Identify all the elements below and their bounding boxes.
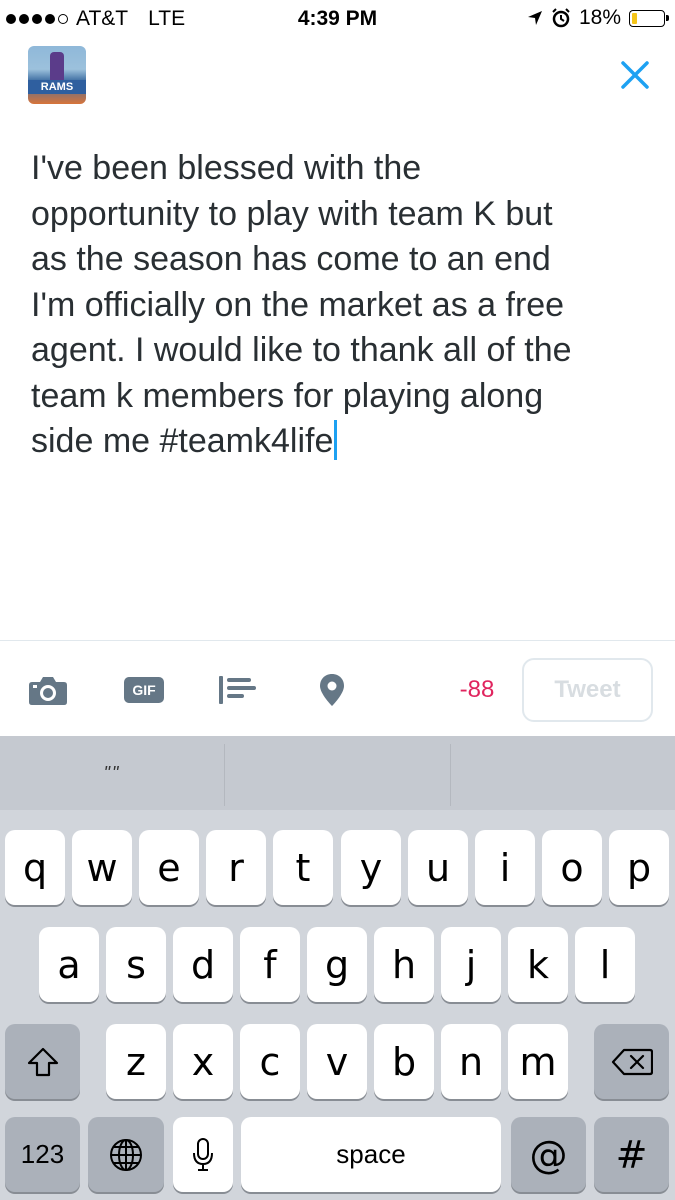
tweet-button[interactable]: Tweet: [522, 658, 653, 722]
key-t[interactable]: t: [273, 830, 333, 905]
space-key[interactable]: space: [241, 1117, 501, 1192]
hash-key[interactable]: #: [594, 1117, 669, 1192]
text-cursor: [334, 420, 338, 460]
key-e[interactable]: e: [139, 830, 199, 905]
camera-icon: [29, 677, 67, 705]
key-v[interactable]: v: [307, 1024, 367, 1099]
battery-percent: 18%: [578, 6, 621, 29]
toolbar-divider: [0, 640, 675, 641]
predictive-bar: "": [0, 736, 675, 810]
key-z[interactable]: z: [106, 1024, 166, 1099]
character-counter: -88: [459, 676, 495, 703]
dictation-key[interactable]: [173, 1117, 233, 1192]
battery-icon: [629, 9, 669, 27]
prediction-suggestion-1[interactable]: "": [0, 736, 224, 810]
key-b[interactable]: b: [374, 1024, 434, 1099]
prediction-suggestion-2[interactable]: [225, 736, 450, 810]
key-n[interactable]: n: [441, 1024, 501, 1099]
tweet-button-label: Tweet: [554, 676, 621, 703]
key-q[interactable]: q: [5, 830, 65, 905]
delete-key[interactable]: [594, 1024, 669, 1099]
poll-button[interactable]: [218, 672, 258, 708]
key-k[interactable]: k: [508, 927, 568, 1002]
gif-icon: GIF: [124, 677, 164, 703]
at-key[interactable]: @: [511, 1117, 586, 1192]
key-o[interactable]: o: [542, 830, 602, 905]
location-button[interactable]: [318, 672, 346, 708]
key-y[interactable]: y: [341, 830, 401, 905]
status-bar: AT&T LTE 4:39 PM 18%: [0, 0, 675, 38]
profile-photo-icon[interactable]: RAMS: [28, 46, 86, 104]
key-l[interactable]: l: [575, 927, 635, 1002]
key-d[interactable]: d: [173, 927, 233, 1002]
numbers-key[interactable]: 123: [5, 1117, 80, 1192]
key-j[interactable]: j: [441, 927, 501, 1002]
location-arrow-icon: [527, 11, 542, 25]
status-right: 18%: [527, 6, 669, 30]
key-r[interactable]: r: [206, 830, 266, 905]
shift-arrow-icon: [27, 1047, 58, 1076]
keyboard: "" q w e r t y u i o p a s d f g h j k l…: [0, 736, 675, 1200]
prediction-text: "": [103, 762, 121, 783]
key-s[interactable]: s: [106, 927, 166, 1002]
key-w[interactable]: w: [72, 830, 132, 905]
key-f[interactable]: f: [240, 927, 300, 1002]
key-x[interactable]: x: [173, 1024, 233, 1099]
key-u[interactable]: u: [408, 830, 468, 905]
microphone-icon: [193, 1137, 213, 1171]
key-h[interactable]: h: [374, 927, 434, 1002]
globe-key[interactable]: [88, 1117, 164, 1192]
prediction-suggestion-3[interactable]: [451, 736, 675, 810]
tweet-text: I've been blessed with the opportunity t…: [31, 149, 572, 460]
camera-button[interactable]: [28, 672, 68, 708]
tweet-compose-field[interactable]: I've been blessed with the opportunity t…: [31, 146, 641, 465]
backspace-icon: [611, 1048, 653, 1075]
key-c[interactable]: c: [240, 1024, 300, 1099]
shift-key[interactable]: [5, 1024, 80, 1099]
location-pin-icon: [320, 674, 344, 706]
alarm-clock-icon: [552, 8, 570, 28]
key-i[interactable]: i: [475, 830, 535, 905]
battery-fill: [632, 12, 637, 24]
gif-label: GIF: [132, 682, 156, 698]
key-g[interactable]: g: [307, 927, 367, 1002]
globe-icon: [110, 1138, 142, 1171]
poll-icon: [219, 676, 256, 704]
close-x-icon[interactable]: [618, 58, 652, 92]
key-m[interactable]: m: [508, 1024, 568, 1099]
gif-button[interactable]: GIF: [124, 672, 164, 708]
key-p[interactable]: p: [609, 830, 669, 905]
key-a[interactable]: a: [39, 927, 99, 1002]
